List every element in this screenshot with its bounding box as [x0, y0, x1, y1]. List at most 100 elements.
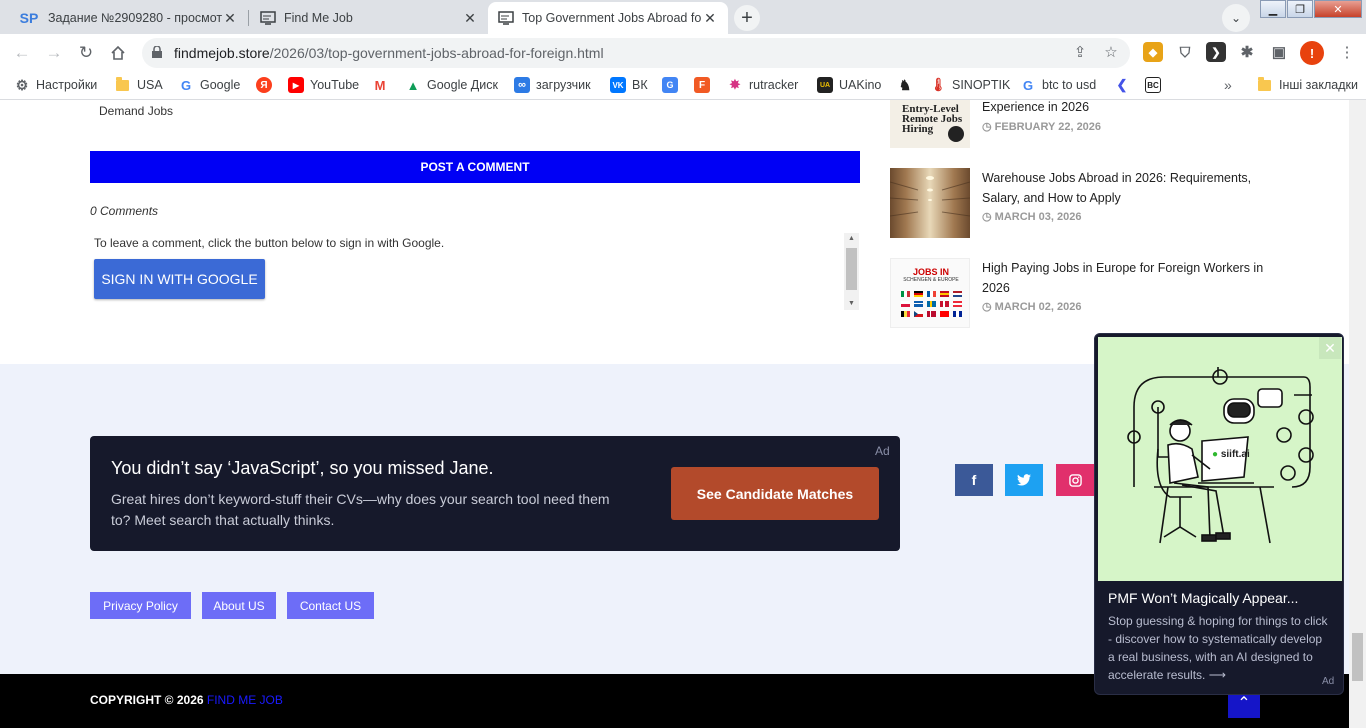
bookmarks-overflow-button[interactable]: » [1224, 75, 1232, 95]
tab-find-me-job[interactable]: Find Me Job ✕ [250, 2, 488, 34]
comment-scrollbar[interactable]: ▲ ▼ [844, 233, 859, 310]
instagram-button[interactable] [1056, 464, 1094, 496]
sidebar-post[interactable]: JOBS IN SCHENGEN & EUROPE High Paying Jo… [890, 258, 1270, 328]
bookmark-label: btc to usd [1042, 78, 1097, 92]
google-icon: G [180, 77, 192, 93]
page-icon [260, 10, 276, 26]
page-scrollbar[interactable] [1349, 100, 1366, 728]
bookmark-arrow[interactable]: ❮ [1114, 75, 1136, 95]
bookmark-zagruzchik[interactable]: ∞ загрузчик [514, 75, 591, 95]
side-panel-button[interactable]: ▣ [1269, 42, 1289, 62]
bookmark-youtube[interactable]: ▶ YouTube [288, 75, 359, 95]
share-button[interactable]: ⇪ [1070, 42, 1090, 62]
related-link-fragment[interactable]: Demand Jobs [99, 104, 173, 118]
page-scroll-thumb[interactable] [1352, 633, 1363, 681]
bookmark-yandex[interactable]: Я [256, 75, 278, 95]
yandex-icon: Я [256, 77, 272, 93]
brand-link[interactable]: FIND ME JOB [207, 693, 283, 707]
back-button[interactable]: ← [10, 41, 34, 65]
f-icon: F [694, 77, 710, 93]
post-title[interactable]: Warehouse Jobs Abroad in 2026: Requireme… [982, 168, 1267, 208]
post-thumbnail[interactable]: Entry-Level Remote Jobs Hiring [890, 100, 970, 148]
post-title[interactable]: High Paying Jobs in Europe for Foreign W… [982, 258, 1267, 298]
bookmark-google-drive[interactable]: ▲ Google Диск [405, 75, 498, 95]
tab-top-government-jobs[interactable]: Top Government Jobs Abroad for ✕ [488, 2, 728, 34]
tab-zadanie[interactable]: SP Задание №2909280 - просмотр ✕ [8, 2, 248, 34]
bookmark-f[interactable]: F [694, 75, 716, 95]
comments-count: 0 Comments [90, 204, 159, 218]
bookmark-label: Інші закладки [1279, 78, 1358, 92]
bookmark-bc[interactable]: BC [1145, 75, 1167, 95]
bookmark-chess[interactable]: ♞ [897, 75, 919, 95]
tab-title: Top Government Jobs Abroad for [522, 11, 702, 25]
see-candidate-matches-button[interactable]: See Candidate Matches [671, 467, 879, 520]
share-icon: ⇪ [1073, 44, 1087, 61]
new-tab-button[interactable]: + [734, 5, 760, 31]
minimize-button[interactable]: ▁ [1260, 0, 1286, 18]
reload-button[interactable]: ↻ [74, 41, 98, 65]
popup-close-button[interactable]: ✕ [1319, 337, 1341, 359]
other-bookmarks[interactable]: Інші закладки [1258, 75, 1358, 95]
plus-icon: + [741, 6, 753, 29]
extension-dark-button[interactable]: ❯ [1206, 42, 1226, 62]
scroll-thumb[interactable] [846, 248, 857, 290]
forward-button[interactable]: → [42, 41, 66, 65]
contact-us-link[interactable]: Contact US [287, 592, 374, 619]
bookmark-rutracker[interactable]: ✸ rutracker [727, 75, 799, 95]
profile-avatar[interactable]: ! [1300, 41, 1324, 65]
extension-shield-button[interactable]: ◆ [1143, 42, 1163, 62]
about-us-link[interactable]: About US [202, 592, 276, 619]
post-date-text: MARCH 02, 2026 [994, 301, 1082, 313]
home-button[interactable] [106, 41, 130, 65]
tab-title: Задание №2909280 - просмотр [48, 11, 222, 25]
extensions-button[interactable]: ✱ [1237, 42, 1257, 62]
bookmark-google[interactable]: G Google [178, 75, 240, 95]
sidebar-post[interactable]: Entry-Level Remote Jobs Hiring Experienc… [890, 100, 1270, 148]
bookmark-btc-to-usd[interactable]: Gbtc to usd [1020, 75, 1096, 95]
close-tab-icon[interactable]: ✕ [702, 10, 718, 27]
ad-title[interactable]: You didn’t say ‘JavaScript’, so you miss… [111, 458, 494, 479]
sp-favicon-icon: SP [19, 10, 39, 26]
close-window-button[interactable]: ✕ [1314, 0, 1362, 18]
bookmark-translate[interactable]: G [662, 75, 684, 95]
post-thumbnail[interactable] [889, 168, 971, 238]
menu-button[interactable]: ⋮ [1337, 42, 1357, 62]
sidebar-post[interactable]: Warehouse Jobs Abroad in 2026: Requireme… [889, 168, 1270, 238]
tab-search-button[interactable]: ⌄ [1222, 4, 1250, 32]
close-icon: ✕ [1324, 339, 1336, 356]
siift-badge: ● siift.ai [1212, 449, 1250, 460]
flags-image [901, 291, 962, 317]
bookmark-gmail[interactable]: M [372, 75, 394, 95]
bookmark-label: YouTube [310, 78, 360, 92]
close-tab-icon[interactable]: ✕ [222, 10, 238, 27]
post-thumbnail[interactable]: JOBS IN SCHENGEN & EUROPE [890, 258, 970, 328]
maximize-button[interactable]: ❐ [1287, 0, 1313, 18]
popup-ad[interactable]: ● siift.ai ✕ PMF Won’t Magically Appear.… [1094, 333, 1344, 695]
translate-icon: G [662, 77, 678, 93]
bookmark-label: UAKino [839, 78, 882, 92]
popup-ad-body: Stop guessing & hoping for things to cli… [1108, 614, 1328, 682]
facebook-button[interactable]: f [955, 464, 993, 496]
bookmark-usa[interactable]: USA [116, 75, 163, 95]
bookmark-settings[interactable]: ⚙ Настройки [14, 75, 98, 95]
extension-ublock-button[interactable]: ⛉ [1175, 42, 1195, 62]
scroll-down-icon[interactable]: ▼ [844, 298, 859, 310]
sign-in-with-google-button[interactable]: SIGN IN WITH GOOGLE [94, 259, 265, 299]
address-bar[interactable]: findmejob.store/2026/03/top-government-j… [142, 38, 1130, 68]
privacy-policy-link[interactable]: Privacy Policy [90, 592, 191, 619]
popup-ad-illustration: ● siift.ai [1098, 337, 1342, 581]
popup-ad-title[interactable]: PMF Won’t Magically Appear... [1108, 590, 1298, 606]
shield-icon: ◆ [1148, 46, 1158, 59]
close-tab-icon[interactable]: ✕ [462, 10, 478, 27]
minimize-icon: ▁ [1268, 3, 1278, 16]
twitter-button[interactable] [1005, 464, 1043, 496]
scroll-up-icon[interactable]: ▲ [844, 233, 859, 245]
bookmark-vk[interactable]: VK ВК [610, 75, 648, 95]
tab-separator [248, 10, 249, 26]
bookmark-sinoptik[interactable]: 🌡 SINOPTIK [930, 75, 1011, 95]
bookmark-uakino[interactable]: UA UAKino [817, 75, 881, 95]
chevron-double-right-icon: » [1224, 77, 1232, 93]
bookmark-label: загрузчик [536, 78, 591, 92]
bookmark-star-button[interactable]: ☆ [1101, 42, 1121, 62]
post-title[interactable]: Experience in 2026 [982, 97, 1267, 117]
